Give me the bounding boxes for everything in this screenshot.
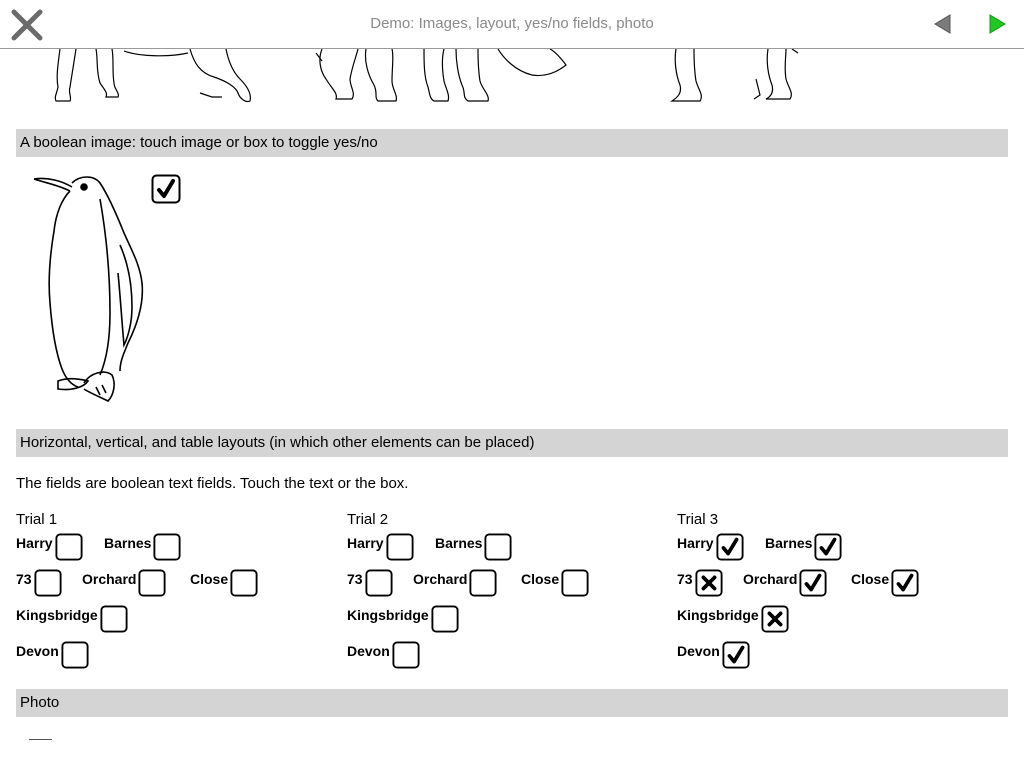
field-label: Harry bbox=[16, 535, 53, 551]
field-kingsbridge[interactable]: Kingsbridge bbox=[16, 605, 128, 633]
animals-image bbox=[54, 49, 799, 103]
empty-checkbox-icon[interactable] bbox=[61, 641, 89, 669]
field-label: 73 bbox=[16, 571, 32, 587]
field-label: 73 bbox=[347, 571, 363, 587]
field-orchard[interactable]: Orchard bbox=[413, 569, 498, 597]
field-label: Devon bbox=[677, 643, 720, 659]
field-barnes[interactable]: Barnes bbox=[435, 533, 513, 561]
field-label: Devon bbox=[16, 643, 59, 659]
photo-placeholder-line[interactable] bbox=[29, 739, 52, 740]
field-devon[interactable]: Devon bbox=[347, 641, 420, 669]
trial-3-group: Trial 3 Harry Barnes 73 Orchard Close Ki… bbox=[677, 511, 997, 681]
field-label: Devon bbox=[347, 643, 390, 659]
field-label: Orchard bbox=[413, 571, 468, 587]
checked-checkbox-icon[interactable] bbox=[891, 569, 919, 597]
field-label: Close bbox=[190, 571, 229, 587]
penguin-checkbox[interactable] bbox=[151, 174, 181, 204]
page-title: Demo: Images, layout, yes/no fields, pho… bbox=[370, 15, 654, 32]
field-label: Orchard bbox=[82, 571, 137, 587]
field-label: Kingsbridge bbox=[677, 607, 759, 623]
field-label: Orchard bbox=[743, 571, 798, 587]
empty-checkbox-icon[interactable] bbox=[230, 569, 258, 597]
field-label: Harry bbox=[677, 535, 714, 551]
field-label: Kingsbridge bbox=[16, 607, 98, 623]
empty-checkbox-icon[interactable] bbox=[365, 569, 393, 597]
field-orchard[interactable]: Orchard bbox=[743, 569, 828, 597]
field-73[interactable]: 73 bbox=[677, 569, 723, 597]
empty-checkbox-icon[interactable] bbox=[392, 641, 420, 669]
field-close[interactable]: Close bbox=[521, 569, 589, 597]
trial-title: Trial 3 bbox=[677, 511, 719, 528]
section-header-photo: Photo bbox=[16, 689, 1008, 717]
field-label: Close bbox=[851, 571, 890, 587]
field-73[interactable]: 73 bbox=[347, 569, 393, 597]
empty-checkbox-icon[interactable] bbox=[469, 569, 498, 597]
empty-checkbox-icon[interactable] bbox=[386, 533, 414, 561]
field-label: Harry bbox=[347, 535, 384, 551]
field-orchard[interactable]: Orchard bbox=[82, 569, 167, 597]
trial-1-group: Trial 1 Harry Barnes 73 Orchard Close Ki… bbox=[16, 511, 336, 681]
penguin-image[interactable] bbox=[28, 173, 148, 405]
trial-2-group: Trial 2 Harry Barnes 73 Orchard Close Ki… bbox=[347, 511, 667, 681]
next-page-icon[interactable] bbox=[986, 13, 1008, 35]
section-header-layouts: Horizontal, vertical, and table layouts … bbox=[16, 429, 1008, 457]
empty-checkbox-icon[interactable] bbox=[55, 533, 83, 561]
field-kingsbridge[interactable]: Kingsbridge bbox=[677, 605, 789, 633]
top-bar: Demo: Images, layout, yes/no fields, pho… bbox=[0, 0, 1024, 49]
empty-checkbox-icon[interactable] bbox=[153, 533, 182, 561]
empty-checkbox-icon[interactable] bbox=[484, 533, 513, 561]
field-harry[interactable]: Harry bbox=[16, 533, 83, 561]
field-close[interactable]: Close bbox=[851, 569, 919, 597]
trial-title: Trial 1 bbox=[16, 511, 58, 528]
field-label: Close bbox=[521, 571, 560, 587]
field-barnes[interactable]: Barnes bbox=[104, 533, 182, 561]
checked-checkbox-icon[interactable] bbox=[814, 533, 843, 561]
field-label: 73 bbox=[677, 571, 693, 587]
empty-checkbox-icon[interactable] bbox=[561, 569, 589, 597]
crossed-checkbox-icon[interactable] bbox=[695, 569, 723, 597]
empty-checkbox-icon[interactable] bbox=[138, 569, 167, 597]
field-label: Barnes bbox=[435, 535, 483, 551]
field-label: Barnes bbox=[104, 535, 152, 551]
checked-checkbox-icon[interactable] bbox=[722, 641, 750, 669]
layouts-instructions: The fields are boolean text fields. Touc… bbox=[16, 475, 409, 492]
field-harry[interactable]: Harry bbox=[347, 533, 414, 561]
page-content: A boolean image: touch image or box to t… bbox=[0, 49, 1024, 768]
field-harry[interactable]: Harry bbox=[677, 533, 744, 561]
empty-checkbox-icon[interactable] bbox=[100, 605, 128, 633]
checked-checkbox-icon[interactable] bbox=[799, 569, 828, 597]
section-header-boolean-image: A boolean image: touch image or box to t… bbox=[16, 129, 1008, 157]
empty-checkbox-icon[interactable] bbox=[34, 569, 62, 597]
field-kingsbridge[interactable]: Kingsbridge bbox=[347, 605, 459, 633]
field-73[interactable]: 73 bbox=[16, 569, 62, 597]
previous-page-icon[interactable] bbox=[932, 13, 954, 35]
field-devon[interactable]: Devon bbox=[677, 641, 750, 669]
field-devon[interactable]: Devon bbox=[16, 641, 89, 669]
checked-checkbox-icon[interactable] bbox=[716, 533, 744, 561]
trial-title: Trial 2 bbox=[347, 511, 389, 528]
crossed-checkbox-icon[interactable] bbox=[761, 605, 789, 633]
field-label: Barnes bbox=[765, 535, 813, 551]
field-label: Kingsbridge bbox=[347, 607, 429, 623]
empty-checkbox-icon[interactable] bbox=[431, 605, 459, 633]
field-close[interactable]: Close bbox=[190, 569, 258, 597]
field-barnes[interactable]: Barnes bbox=[765, 533, 843, 561]
